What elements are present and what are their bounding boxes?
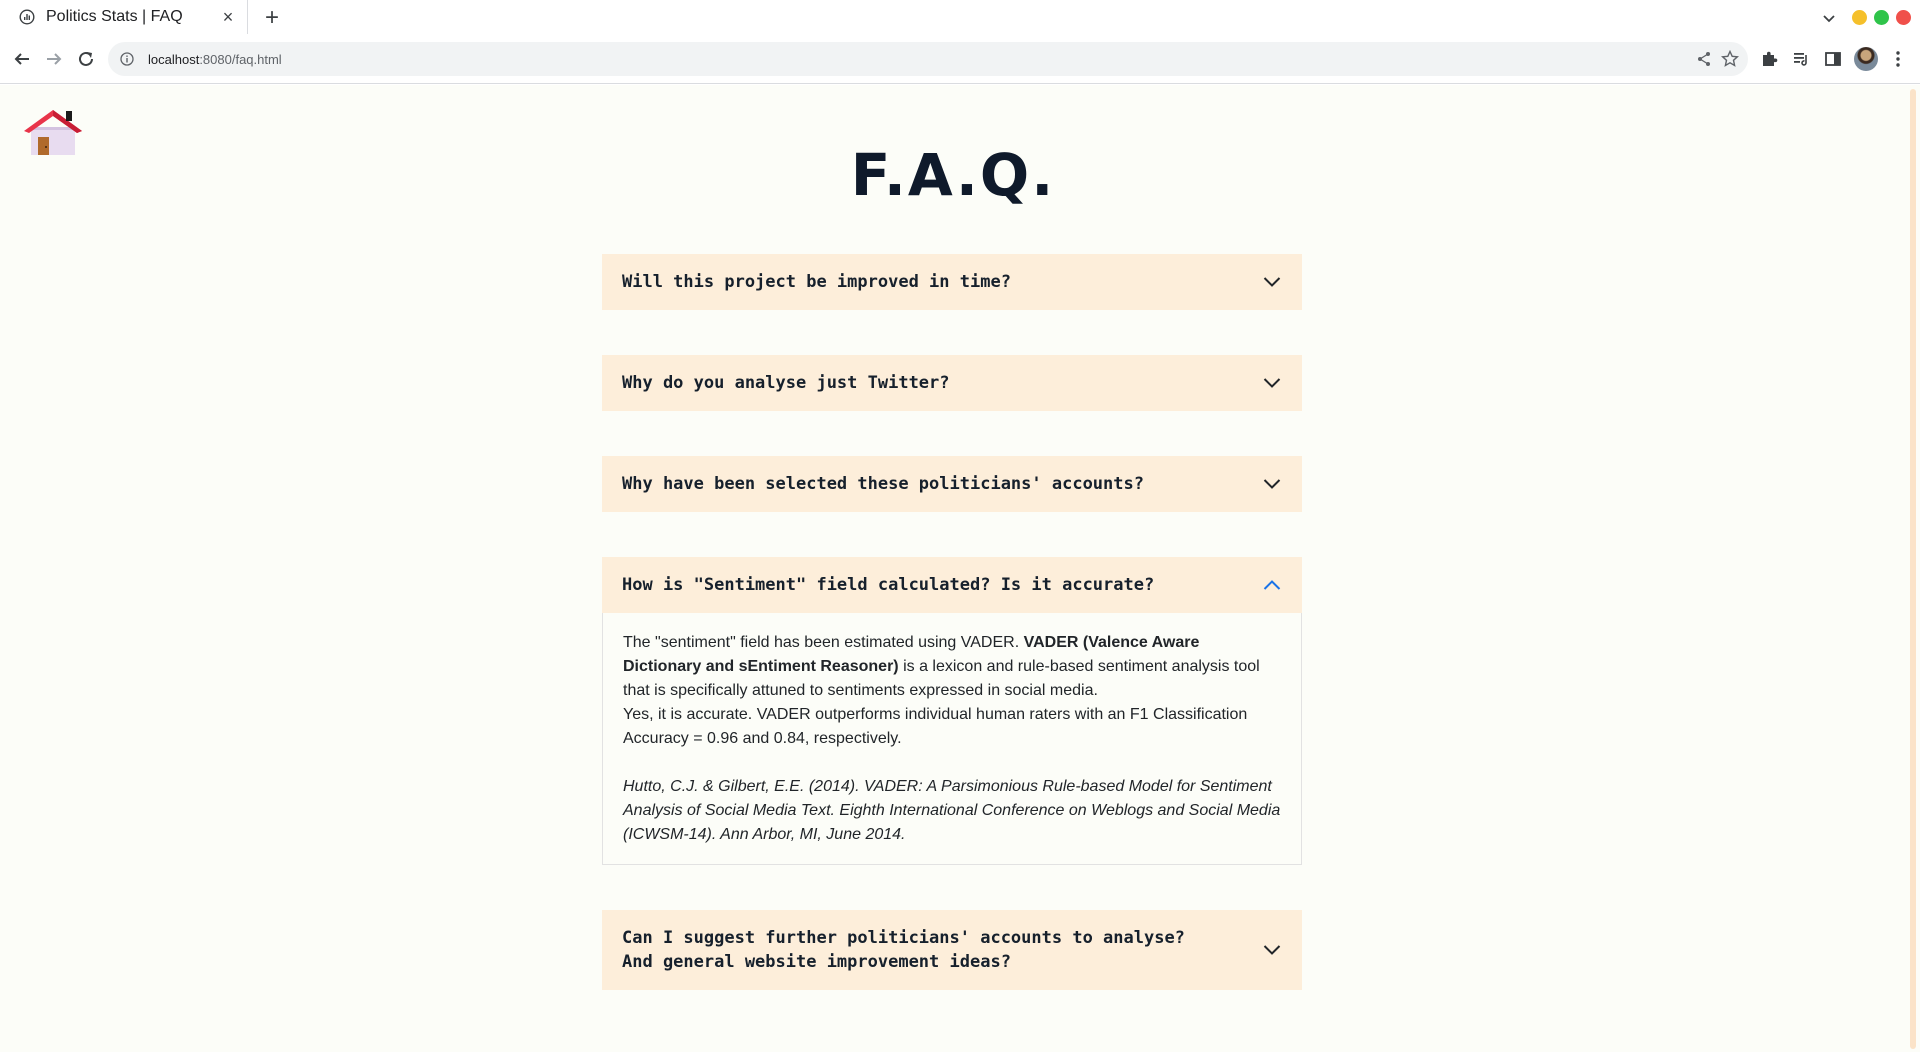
tab-close-button[interactable]: ×: [217, 6, 239, 28]
faq-question-toggle[interactable]: How is "Sentiment" field calculated? Is …: [602, 557, 1302, 613]
browser-toolbar: localhost:8080/faq.html: [0, 34, 1920, 84]
chevron-up-icon: [1262, 575, 1282, 595]
faq-question-toggle[interactable]: Why do you analyse just Twitter?: [602, 355, 1302, 411]
address-bar[interactable]: localhost:8080/faq.html: [108, 42, 1748, 76]
url-path: :8080/faq.html: [199, 51, 282, 67]
share-icon[interactable]: [1693, 48, 1715, 70]
chevron-down-icon: [1262, 474, 1282, 494]
faq-question: Why do you analyse just Twitter?: [622, 373, 950, 393]
answer-accuracy: Yes, it is accurate. VADER outperforms i…: [623, 706, 1248, 747]
chevron-down-icon: [1262, 272, 1282, 292]
faq-item: Can I suggest further politicians' accou…: [602, 910, 1302, 990]
faq-question: Can I suggest further politicians' accou…: [622, 928, 1185, 972]
answer-paragraph: The "sentiment" field has been estimated…: [623, 631, 1281, 703]
page-title: F.A.Q.: [850, 141, 1056, 209]
url-host: localhost: [148, 51, 200, 67]
minimize-button[interactable]: [1852, 10, 1867, 25]
faq-question: Why have been selected these politicians…: [622, 474, 1144, 494]
faq-item: Will this project be improved in time?: [602, 254, 1302, 310]
side-panel-icon[interactable]: [1821, 47, 1845, 71]
answer-citation: Hutto, C.J. & Gilbert, E.E. (2014). VADE…: [623, 778, 1281, 843]
media-queue-icon[interactable]: [1789, 47, 1813, 71]
chevron-down-icon: [1262, 373, 1282, 393]
maximize-button[interactable]: [1874, 10, 1889, 25]
chart-icon: [18, 8, 36, 26]
back-arrow-icon[interactable]: [10, 47, 34, 71]
close-window-button[interactable]: [1896, 10, 1911, 25]
chevron-down-icon: [1262, 940, 1282, 960]
scrollbar-thumb[interactable]: [1910, 89, 1916, 1049]
profile-avatar[interactable]: [1854, 47, 1878, 71]
new-tab-button[interactable]: +: [260, 4, 284, 31]
page-content: F.A.Q. Will this project be improved in …: [0, 85, 1906, 1052]
faq-question: Will this project be improved in time?: [622, 272, 1011, 292]
forward-arrow-icon[interactable]: [42, 47, 66, 71]
faq-question: How is "Sentiment" field calculated? Is …: [622, 575, 1155, 595]
faq-item: Why do you analyse just Twitter?: [602, 355, 1302, 411]
tab-title: Politics Stats | FAQ: [46, 8, 183, 25]
tab-strip: Politics Stats | FAQ × +: [0, 0, 1920, 34]
faq-answer: The "sentiment" field has been estimated…: [602, 613, 1302, 865]
faq-item: Why have been selected these politicians…: [602, 456, 1302, 512]
browser-tab[interactable]: Politics Stats | FAQ ×: [0, 0, 248, 34]
scrollbar[interactable]: [1906, 85, 1920, 1052]
faq-list: Will this project be improved in time? W…: [602, 254, 1302, 1035]
answer-intro: The "sentiment" field has been estimated…: [623, 634, 1024, 651]
faq-item-expanded: How is "Sentiment" field calculated? Is …: [602, 557, 1302, 865]
tab-search-icon[interactable]: [1818, 7, 1840, 29]
faq-question-toggle[interactable]: Can I suggest further politicians' accou…: [602, 910, 1302, 990]
reload-icon[interactable]: [74, 47, 98, 71]
site-info-icon[interactable]: [118, 50, 136, 68]
url-text[interactable]: localhost:8080/faq.html: [148, 52, 282, 67]
bookmark-star-icon[interactable]: [1719, 48, 1741, 70]
faq-question-toggle[interactable]: Will this project be improved in time?: [602, 254, 1302, 310]
extensions-puzzle-icon[interactable]: [1757, 47, 1781, 71]
menu-kebab-icon[interactable]: [1886, 47, 1910, 71]
faq-question-toggle[interactable]: Why have been selected these politicians…: [602, 456, 1302, 512]
